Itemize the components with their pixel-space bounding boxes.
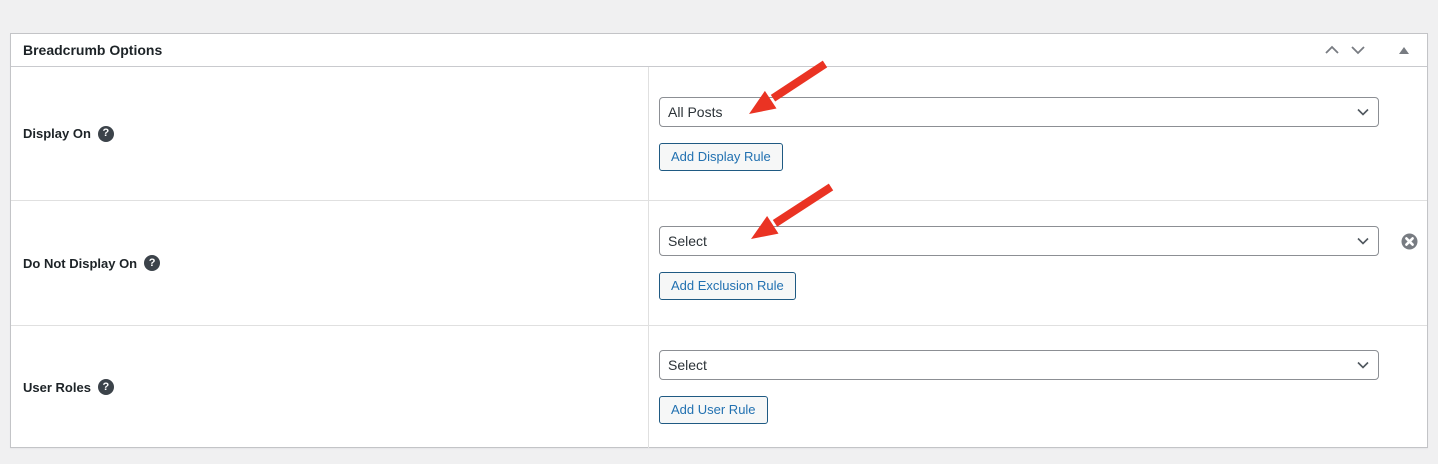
setting-row-display-on: Display On ? All Posts Add Display Rule xyxy=(11,67,1427,201)
triangle-up-icon xyxy=(1399,47,1409,54)
help-icon[interactable]: ? xyxy=(98,126,114,142)
help-icon[interactable]: ? xyxy=(98,379,114,395)
panel-title: Breadcrumb Options xyxy=(23,42,1319,58)
setting-row-do-not-display-on: Do Not Display On ? Select xyxy=(11,201,1427,326)
remove-rule-button[interactable] xyxy=(1400,232,1418,250)
chevron-up-icon xyxy=(1324,45,1340,55)
field-cell: Select Add Exclusion Rule xyxy=(649,201,1427,325)
label-cell: User Roles ? xyxy=(11,326,649,448)
move-down-button[interactable] xyxy=(1345,38,1371,62)
panel-toggle-button[interactable] xyxy=(1391,38,1417,62)
breadcrumb-options-panel: Breadcrumb Options Display On ? xyxy=(10,33,1428,448)
panel-header-controls xyxy=(1319,38,1417,62)
label-cell: Display On ? xyxy=(11,67,649,200)
help-icon[interactable]: ? xyxy=(144,255,160,271)
chevron-down-icon xyxy=(1350,45,1366,55)
setting-row-user-roles: User Roles ? Select Add User Rule xyxy=(11,326,1427,448)
add-exclusion-rule-button[interactable]: Add Exclusion Rule xyxy=(659,272,796,300)
display-on-select-wrap: All Posts xyxy=(659,97,1379,127)
user-roles-select-wrap: Select xyxy=(659,350,1379,380)
user-roles-label: User Roles xyxy=(23,380,91,395)
move-up-button[interactable] xyxy=(1319,38,1345,62)
do-not-display-on-select[interactable]: Select xyxy=(659,226,1379,256)
dismiss-circle-x-icon xyxy=(1401,233,1418,250)
display-on-select[interactable]: All Posts xyxy=(659,97,1379,127)
display-on-label: Display On xyxy=(23,126,91,141)
add-display-rule-button[interactable]: Add Display Rule xyxy=(659,143,783,171)
field-cell: Select Add User Rule xyxy=(649,326,1427,448)
do-not-display-on-label: Do Not Display On xyxy=(23,256,137,271)
field-cell: All Posts Add Display Rule xyxy=(649,67,1427,200)
add-user-rule-button[interactable]: Add User Rule xyxy=(659,396,768,424)
panel-header: Breadcrumb Options xyxy=(11,34,1427,67)
label-cell: Do Not Display On ? xyxy=(11,201,649,325)
do-not-display-on-select-wrap: Select xyxy=(659,226,1379,256)
user-roles-select[interactable]: Select xyxy=(659,350,1379,380)
